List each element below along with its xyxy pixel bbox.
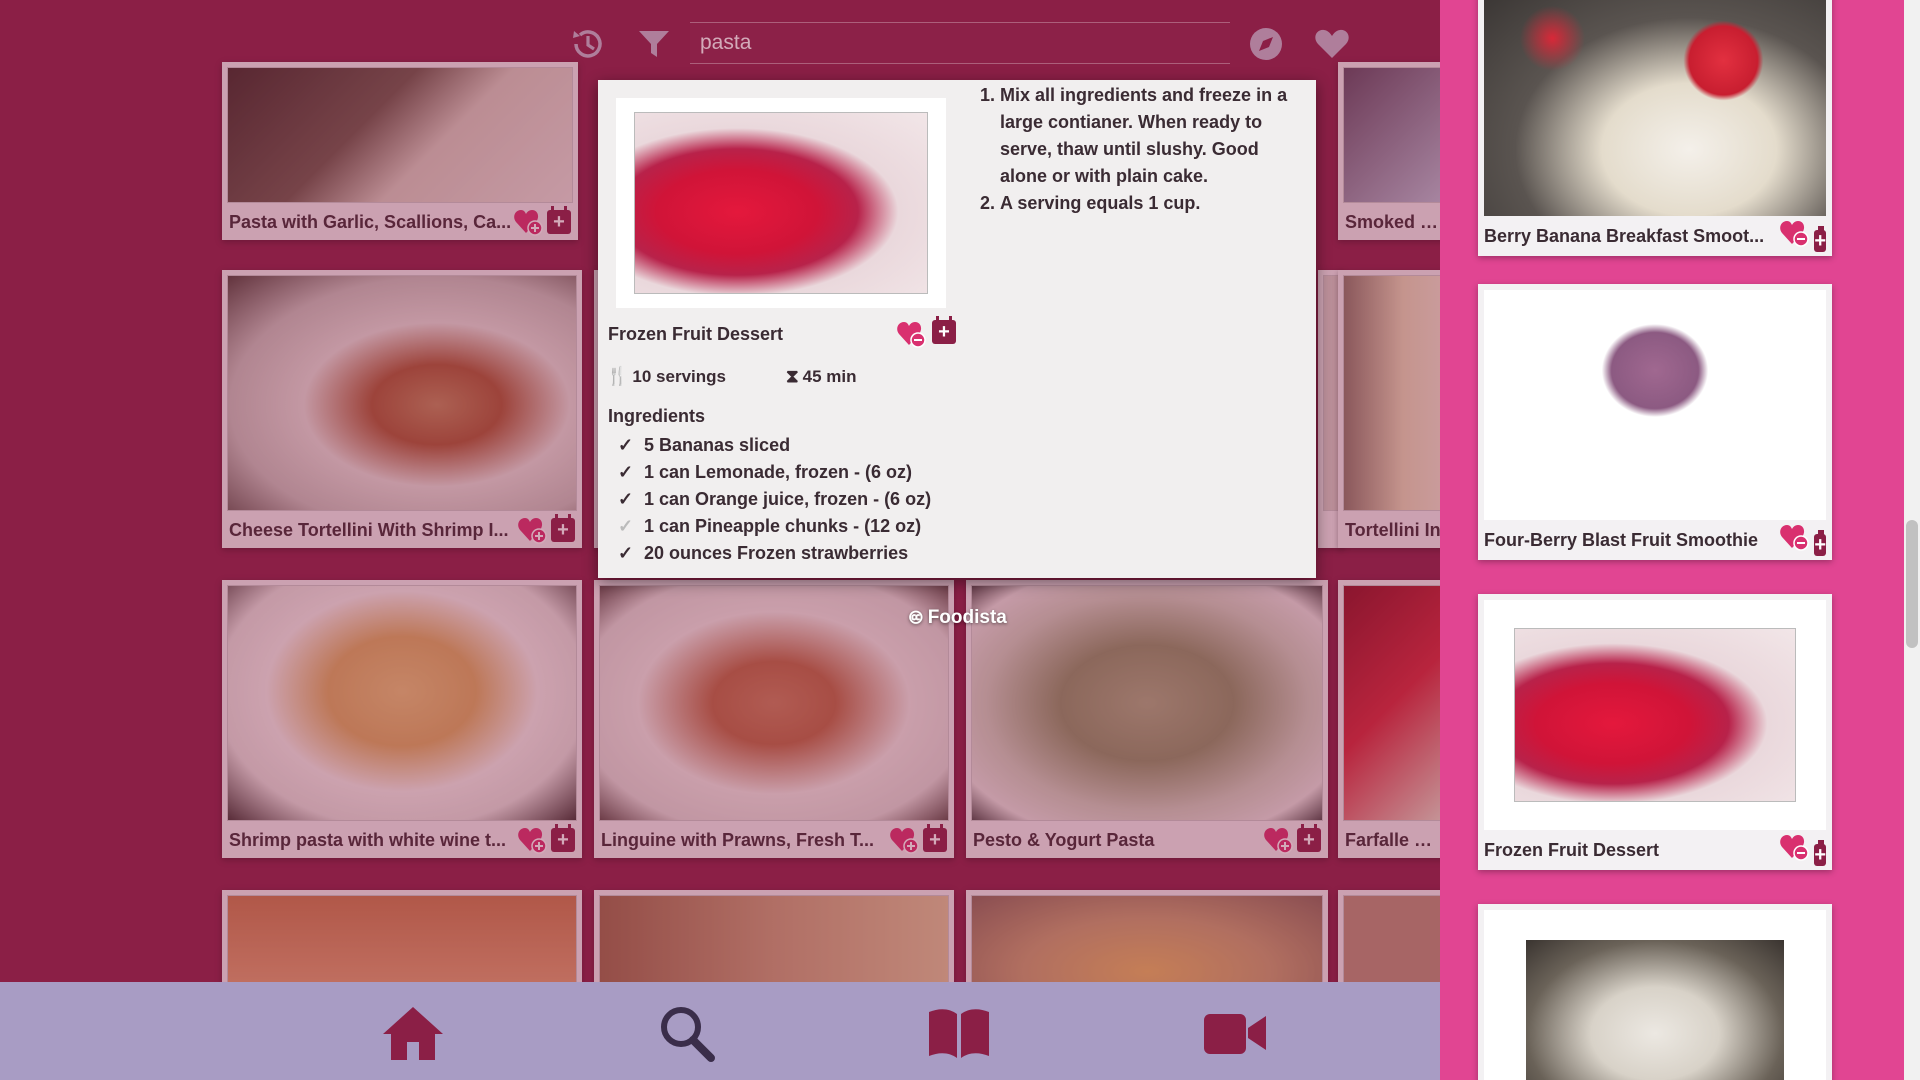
- favorite-add-icon[interactable]: [517, 516, 547, 544]
- recipe-card[interactable]: Cheese Tortellini With Shrimp I... +: [222, 270, 582, 548]
- recipe-title: Four-Berry Blast Fruit Smoothie: [1484, 529, 1759, 550]
- cook-time: ⧗ 45 min: [785, 366, 857, 386]
- recipe-card[interactable]: Smoked Sa: [1338, 62, 1440, 240]
- recipe-photo: [1343, 275, 1440, 511]
- hourglass-icon: ⧗: [785, 366, 799, 386]
- home-icon[interactable]: [378, 1000, 448, 1066]
- servings: 🍴 10 servings: [606, 366, 726, 386]
- recipe-photo: [1514, 628, 1796, 802]
- recipe-card[interactable]: Pasta with Garlic, Scallions, Ca... +: [222, 62, 578, 240]
- history-icon[interactable]: [566, 22, 610, 66]
- recipe-card[interactable]: Shrimp pasta with white wine t... +: [222, 580, 582, 858]
- check-icon: ✓: [618, 543, 634, 563]
- recipe-title: Smoked Sa: [1345, 211, 1440, 232]
- sidebar-recipe-card[interactable]: Frozen Fruit Dessert +: [1478, 594, 1832, 870]
- recipe-title: Tortellini In: [1345, 519, 1440, 540]
- recipe-title: Frozen Fruit Dessert: [1484, 839, 1660, 860]
- recipe-photo-frame: [616, 98, 946, 308]
- directions-list: Mix all ingredients and freeze in a larg…: [978, 82, 1308, 217]
- direction-step: A serving equals 1 cup.: [1000, 190, 1308, 217]
- recipe-photo: [1526, 940, 1784, 1080]
- top-bar: [0, 0, 1440, 86]
- credit-label: 🅭 Foodista: [910, 607, 1007, 629]
- ingredient-item[interactable]: ✓ 1 can Pineapple chunks - (12 oz): [618, 513, 931, 540]
- recipe-title: Pasta with Garlic, Scallions, Ca...: [229, 211, 512, 232]
- recipe-title: Shrimp pasta with white wine t...: [229, 829, 507, 850]
- favorite-remove-icon[interactable]: [896, 320, 926, 348]
- recipe-card[interactable]: Pesto & Yogurt Pasta +: [966, 580, 1328, 858]
- recipe-photo: [1484, 0, 1826, 216]
- book-icon[interactable]: [924, 1000, 994, 1066]
- ingredient-item[interactable]: ✓ 20 ounces Frozen strawberries: [618, 540, 931, 567]
- add-to-calendar-icon[interactable]: +: [923, 824, 947, 852]
- recipe-photo: [971, 585, 1323, 821]
- recipe-photo: [1484, 290, 1826, 520]
- add-to-calendar-icon[interactable]: +: [1297, 824, 1321, 852]
- filter-icon[interactable]: [632, 22, 676, 66]
- ingredient-item[interactable]: ✓ 1 can Orange juice, frozen - (6 oz): [618, 486, 931, 513]
- favorite-add-icon[interactable]: [513, 208, 543, 236]
- recipe-photo: [1343, 585, 1440, 821]
- recipe-title: Berry Banana Breakfast Smoot...: [1484, 225, 1765, 246]
- check-icon: ✓: [618, 489, 634, 509]
- check-icon: ✓: [618, 516, 634, 536]
- favorite-add-icon[interactable]: [517, 826, 547, 854]
- heart-icon[interactable]: [1310, 22, 1354, 66]
- recipe-photo: [1343, 67, 1440, 203]
- scrollbar-thumb[interactable]: [1906, 520, 1918, 648]
- recipe-photo: [599, 585, 949, 821]
- search-icon[interactable]: [652, 1000, 722, 1066]
- ingredients-list: ✓ 5 Bananas sliced ✓ 1 can Lemonade, froze…: [618, 432, 931, 567]
- favorite-remove-icon[interactable]: [1779, 525, 1810, 555]
- recipe-photo-frame: [1484, 600, 1826, 830]
- sidebar-recipe-card[interactable]: Berry Banana Breakfast Smoot... +: [1478, 0, 1832, 256]
- favorite-remove-icon[interactable]: [1779, 221, 1810, 251]
- recipe-photo: [227, 585, 577, 821]
- meal-plan-sidebar: Berry Banana Breakfast Smoot... + Four-B…: [1440, 0, 1904, 1080]
- ingredients-heading: Ingredients: [608, 406, 706, 426]
- add-to-calendar-icon[interactable]: +: [1814, 230, 1826, 252]
- favorite-add-icon[interactable]: [1263, 826, 1293, 854]
- recipe-title: Pesto & Yogurt Pasta: [973, 829, 1155, 850]
- bottom-navigation: [0, 982, 1440, 1080]
- check-icon: ✓: [618, 435, 634, 455]
- recipe-card[interactable]: Tortellini In: [1338, 270, 1440, 548]
- recipe-card[interactable]: Linguine with Prawns, Fresh T... +: [594, 580, 954, 858]
- recipe-photo: [227, 67, 573, 203]
- recipe-title: Farfalle with: [1345, 829, 1440, 850]
- direction-step: Mix all ingredients and freeze in a larg…: [1000, 82, 1308, 190]
- search-input[interactable]: [690, 23, 1230, 63]
- utensils-icon: 🍴: [606, 366, 629, 386]
- search-field[interactable]: [690, 22, 1230, 64]
- add-to-calendar-icon[interactable]: +: [547, 206, 571, 234]
- favorite-remove-icon[interactable]: [1779, 835, 1810, 865]
- add-to-calendar-icon[interactable]: +: [1814, 534, 1826, 556]
- recipe-title: Frozen Fruit Dessert: [608, 324, 784, 344]
- check-icon: ✓: [618, 462, 634, 482]
- recipe-detail-popup: Frozen Fruit Dessert + 🍴 10 servings ⧗ 45 …: [598, 80, 1316, 578]
- add-to-calendar-icon[interactable]: +: [1814, 844, 1826, 866]
- add-to-calendar-icon[interactable]: +: [551, 514, 575, 542]
- recipe-card[interactable]: Farfalle with: [1338, 580, 1440, 858]
- ingredient-item[interactable]: ✓ 1 can Lemonade, frozen - (6 oz): [618, 459, 931, 486]
- add-to-calendar-icon[interactable]: +: [932, 316, 956, 344]
- creative-commons-icon: 🅭: [910, 608, 922, 629]
- video-icon[interactable]: [1200, 1000, 1270, 1066]
- recipe-title: Linguine with Prawns, Fresh T...: [601, 829, 875, 850]
- recipe-title: Cheese Tortellini With Shrimp I...: [229, 519, 509, 540]
- add-to-calendar-icon[interactable]: +: [551, 824, 575, 852]
- main-area: Pasta with Garlic, Scallions, Ca... + Sm…: [0, 0, 1440, 1080]
- sidebar-recipe-card[interactable]: Four-Berry Blast Fruit Smoothie +: [1478, 284, 1832, 560]
- recipe-photo: [1323, 275, 1339, 511]
- recipe-photo: [634, 112, 928, 294]
- ingredient-item[interactable]: ✓ 5 Bananas sliced: [618, 432, 931, 459]
- compass-icon[interactable]: [1244, 22, 1288, 66]
- favorite-add-icon[interactable]: [889, 826, 919, 854]
- recipe-photo: [227, 275, 577, 511]
- recipe-photo-frame: [1484, 910, 1826, 1080]
- sidebar-recipe-card[interactable]: [1478, 904, 1832, 1080]
